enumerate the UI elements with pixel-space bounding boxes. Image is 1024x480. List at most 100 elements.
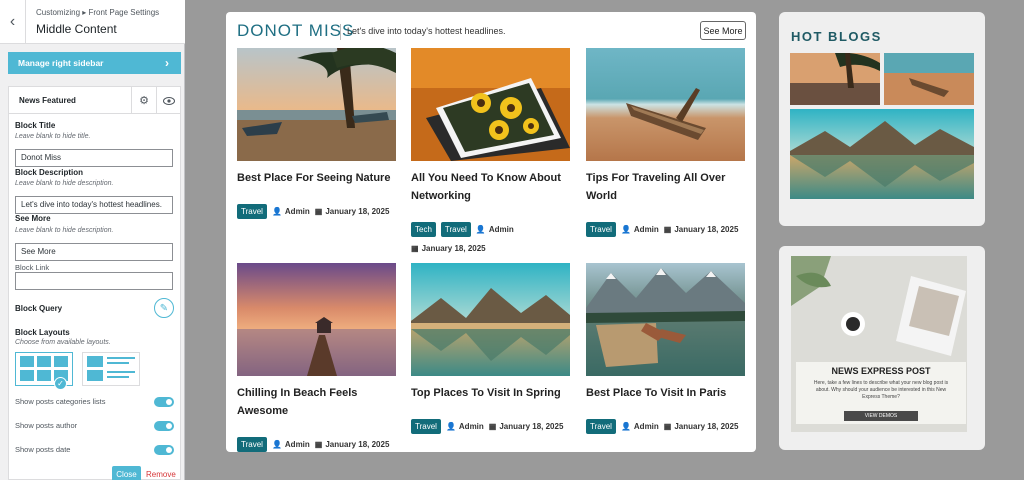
- post-image[interactable]: [237, 263, 396, 376]
- layout-option-grid[interactable]: ✓: [15, 352, 73, 390]
- view-demos-button[interactable]: VIEW DEMOS: [844, 411, 918, 421]
- post-image[interactable]: [586, 263, 745, 376]
- post-author[interactable]: Admin: [459, 422, 484, 431]
- manage-label: Manage right sidebar: [18, 58, 104, 68]
- post-author[interactable]: Admin: [285, 440, 310, 449]
- close-button[interactable]: Close: [112, 466, 141, 480]
- post-title[interactable]: Top Places To Visit In Spring: [411, 384, 570, 402]
- manage-right-sidebar-button[interactable]: Manage right sidebar ›: [8, 52, 181, 74]
- heading-divider: [340, 24, 341, 40]
- promo-widget: NEWS EXPRESS POST Here, take a few lines…: [779, 246, 985, 450]
- toggle-categories[interactable]: [154, 397, 174, 407]
- chevron-left-icon: ‹: [9, 13, 16, 30]
- breadcrumb: Customizing ▸ Front Page Settings: [36, 8, 160, 17]
- see-more-desc: Leave blank to hide description.: [15, 227, 114, 234]
- hot-blogs-title: HOT BLOGS: [791, 29, 882, 44]
- post-author[interactable]: Admin: [634, 422, 659, 431]
- toggle-date[interactable]: [154, 445, 174, 455]
- toggle-label-author: Show posts author: [15, 421, 78, 430]
- post-date: January 18, 2025: [499, 422, 564, 431]
- post-meta: Travel 👤 Admin ▦ January 18, 2025: [237, 204, 389, 219]
- user-icon: 👤: [271, 440, 282, 449]
- post-date: January 18, 2025: [421, 244, 486, 253]
- post-title[interactable]: Chilling In Beach Feels Awesome: [237, 384, 396, 420]
- category-tag[interactable]: Travel: [237, 204, 267, 219]
- hot-blog-image[interactable]: [790, 53, 880, 105]
- see-more-button[interactable]: See More: [700, 21, 746, 40]
- post-title[interactable]: All You Need To Know About Networking: [411, 169, 570, 205]
- block-query-label: Block Query: [15, 304, 63, 313]
- post-date: January 18, 2025: [325, 440, 390, 449]
- check-icon: ✓: [54, 377, 67, 390]
- news-featured-section: DONOT MISS Let's dive into today's hotte…: [226, 12, 756, 452]
- block-title-input[interactable]: Donot Miss: [15, 149, 173, 167]
- promo-text-block: NEWS EXPRESS POST Here, take a few lines…: [796, 362, 966, 424]
- calendar-icon: ▦: [314, 207, 323, 216]
- user-icon: 👤: [271, 207, 282, 216]
- post-date: January 18, 2025: [674, 225, 739, 234]
- post-meta: Travel 👤 Admin ▦ January 18, 2025: [411, 419, 563, 434]
- post-date: January 18, 2025: [325, 207, 390, 216]
- post-meta: Travel 👤 Admin ▦ January 18, 2025: [586, 419, 738, 434]
- see-more-input[interactable]: See More: [15, 243, 173, 261]
- toggle-label-date: Show posts date: [15, 445, 71, 454]
- category-tag[interactable]: Travel: [237, 437, 267, 452]
- hot-blog-image[interactable]: [884, 53, 974, 105]
- category-tag[interactable]: Travel: [586, 222, 616, 237]
- calendar-icon: ▦: [488, 422, 497, 431]
- user-icon: 👤: [620, 225, 631, 234]
- user-icon: 👤: [620, 422, 631, 431]
- post-image[interactable]: [586, 48, 745, 161]
- post-image[interactable]: [411, 48, 570, 161]
- remove-link[interactable]: Remove: [146, 470, 176, 479]
- toggle-label-categories: Show posts categories lists: [15, 397, 106, 406]
- post-title[interactable]: Tips For Traveling All Over World: [586, 169, 745, 205]
- post-author[interactable]: Admin: [634, 225, 659, 234]
- post-meta: Travel 👤 Admin ▦ January 18, 2025: [237, 437, 389, 452]
- category-tag[interactable]: Travel: [411, 419, 441, 434]
- user-icon: 👤: [445, 422, 456, 431]
- post-image[interactable]: [237, 48, 396, 161]
- section-title: Middle Content: [36, 22, 117, 36]
- user-icon: 👤: [475, 225, 486, 234]
- section-heading: DONOT MISS: [237, 21, 355, 40]
- post-title[interactable]: Best Place For Seeing Nature: [237, 169, 396, 187]
- block-name: News Featured: [19, 96, 76, 105]
- calendar-icon: ▦: [663, 422, 672, 431]
- block-header: News Featured ⚙: [9, 87, 180, 114]
- block-layouts-desc: Choose from available layouts.: [15, 339, 111, 346]
- post-title[interactable]: Best Place To Visit In Paris: [586, 384, 745, 402]
- toggle-author[interactable]: [154, 421, 174, 431]
- category-tag[interactable]: Travel: [440, 222, 471, 237]
- post-meta-date: ▦ January 18, 2025: [411, 244, 486, 253]
- back-button[interactable]: ‹: [0, 0, 26, 44]
- category-tag[interactable]: Travel: [586, 419, 616, 434]
- block-layouts-label: Block Layouts: [15, 328, 70, 337]
- chevron-right-icon: ›: [165, 56, 169, 70]
- block-description-input[interactable]: Let's dive into today's hottest headline…: [15, 196, 173, 214]
- block-title-desc: Leave blank to hide title.: [15, 133, 91, 140]
- post-meta: Tech Travel 👤 Admin: [411, 222, 514, 237]
- promo-body: Here, take a few lines to describe what …: [813, 380, 949, 400]
- block-description-label: Block Description: [15, 168, 84, 177]
- block-link-input[interactable]: [15, 272, 173, 290]
- post-image[interactable]: [411, 263, 570, 376]
- calendar-icon: ▦: [663, 225, 672, 234]
- eye-icon[interactable]: [156, 87, 180, 114]
- post-author[interactable]: Admin: [489, 225, 514, 234]
- post-date: January 18, 2025: [674, 422, 739, 431]
- block-description-desc: Leave blank to hide description.: [15, 180, 114, 187]
- category-tag[interactable]: Tech: [411, 222, 436, 237]
- edit-query-button[interactable]: ✎: [154, 298, 174, 318]
- see-more-label: See More: [15, 214, 51, 223]
- block-title-label: Block Title: [15, 121, 56, 130]
- gear-icon[interactable]: ⚙: [131, 87, 156, 114]
- post-meta: Travel 👤 Admin ▦ January 18, 2025: [586, 222, 738, 237]
- promo-title: NEWS EXPRESS POST: [831, 366, 931, 376]
- layout-option-list[interactable]: [82, 352, 140, 386]
- calendar-icon: ▦: [314, 440, 323, 449]
- calendar-icon: ▦: [411, 244, 419, 253]
- section-description: Let's dive into today's hottest headline…: [347, 26, 506, 36]
- hot-blog-featured-image[interactable]: [790, 109, 974, 199]
- post-author[interactable]: Admin: [285, 207, 310, 216]
